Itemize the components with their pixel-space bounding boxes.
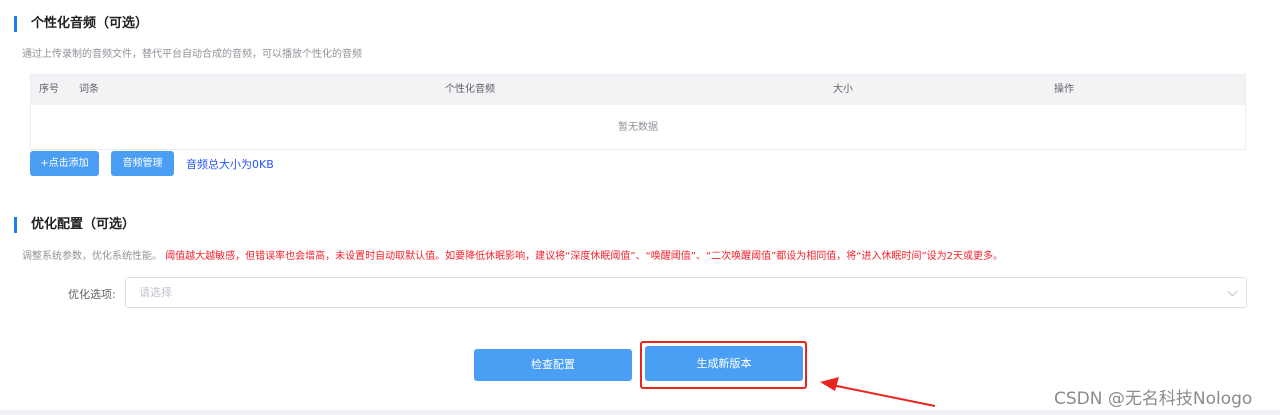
chevron-down-icon	[1227, 286, 1238, 297]
optimize-section-title: 优化配置（可选）	[14, 217, 135, 233]
audio-manage-button[interactable]: 音频管理	[111, 151, 174, 176]
col-action: 操作	[1054, 84, 1074, 95]
audio-section-title: 个性化音频（可选）	[14, 16, 148, 32]
audio-section-description: 通过上传录制的音频文件，替代平台自动合成的音频，可以播放个性化的音频	[22, 49, 362, 60]
add-audio-button[interactable]: +点击添加	[30, 151, 99, 176]
optimize-section-description: 调整系统参数，优化系统性能。 阈值越大越敏感，但错误率也会增高，未设置时自动取默…	[22, 247, 1003, 262]
table-header: 序号 词条 个性化音频 大小 操作	[31, 75, 1245, 105]
col-index: 序号	[39, 84, 59, 95]
watermark: CSDN @无名科技Nologo	[1054, 389, 1253, 409]
select-placeholder: 请选择	[139, 286, 172, 299]
arrow-annotation	[820, 377, 936, 407]
highlight-box	[640, 341, 807, 389]
check-config-button[interactable]: 检查配置	[474, 349, 632, 381]
optimize-option-label: 优化选项:	[68, 288, 116, 301]
col-term: 词条	[79, 84, 99, 95]
col-audio: 个性化音频	[445, 84, 495, 95]
table-empty-text: 暂无数据	[618, 122, 658, 133]
arrow-head	[820, 377, 839, 391]
col-size: 大小	[833, 84, 853, 95]
optimize-option-select[interactable]: 请选择	[125, 277, 1247, 308]
optimize-warning-text: 阈值越大越敏感，但错误率也会增高，未设置时自动取默认值。如要降低休眠影响，建议将…	[165, 251, 1003, 262]
arrow-shaft	[826, 383, 936, 407]
audio-table: 序号 词条 个性化音频 大小 操作 暂无数据	[30, 74, 1246, 150]
optimize-description-text: 调整系统参数，优化系统性能。	[22, 251, 162, 262]
bottom-divider	[0, 410, 1280, 415]
audio-total-size: 音频总大小为0KB	[186, 158, 274, 171]
